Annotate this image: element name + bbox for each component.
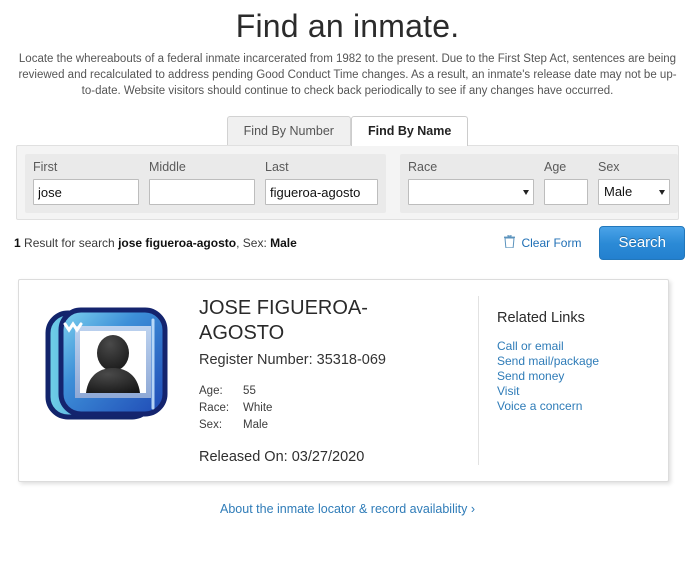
demographic-field-group: Race Age Sex Male (400, 154, 678, 213)
inmate-name: JOSE FIGUEROA-AGOSTO (199, 297, 368, 344)
results-summary-row: 1 Result for search jose figueroa-agosto… (0, 220, 695, 272)
photo-column (19, 296, 199, 465)
middle-name-label: Middle (149, 160, 186, 174)
photo-placeholder-icon (41, 304, 177, 445)
middle-name-input[interactable] (149, 179, 255, 205)
search-button[interactable]: Search (599, 226, 685, 260)
chevron-down-icon (523, 190, 529, 195)
inmate-detail-table: Age: 55 Race: White Sex: Male (199, 384, 272, 435)
page-intro-text: Locate the whereabouts of a federal inma… (18, 53, 677, 97)
about-inmate-locator-link[interactable]: About the inmate locator & record availa… (0, 502, 695, 516)
detail-value-sex: Male (243, 419, 268, 431)
chevron-down-icon (659, 190, 665, 195)
sex-label: Sex (598, 160, 620, 174)
name-field-group: First Middle Last (25, 154, 386, 213)
first-name-input[interactable] (33, 179, 139, 205)
page-title: Find an inmate. (235, 8, 460, 44)
last-name-field-wrap: Last (265, 160, 378, 205)
tab-find-by-name[interactable]: Find By Name (350, 116, 469, 146)
released-on-date: 03/27/2020 (291, 449, 365, 465)
sex-select-value: Male (604, 184, 633, 199)
sex-field-wrap: Sex Male (598, 160, 670, 205)
detail-value-race: White (243, 402, 273, 414)
inmate-result-card[interactable]: JOSE FIGUEROA-AGOSTO Register Number: 35… (18, 279, 669, 482)
related-links-column: Related Links Call or email Send mail/pa… (478, 296, 668, 465)
results-query: jose figueroa-agosto (118, 236, 237, 250)
age-label: Age (544, 160, 567, 174)
age-input[interactable] (544, 179, 588, 205)
middle-name-field-wrap: Middle (149, 160, 255, 205)
related-link-send-mail-package[interactable]: Send mail/package (497, 354, 668, 369)
register-number-line: Register Number: 35318-069 (199, 352, 468, 368)
detail-key-age: Age: (199, 385, 223, 397)
released-on-line: Released On: 03/27/2020 (199, 449, 468, 465)
sex-select[interactable]: Male (598, 179, 670, 205)
race-label: Race (408, 160, 438, 174)
tab-strip: Find By Number Find By Name (0, 115, 695, 146)
search-fields-row: First Middle Last Race Age (17, 146, 678, 219)
age-field-wrap: Age (544, 160, 588, 205)
detail-value-age: 55 (243, 385, 256, 397)
related-link-voice-a-concern[interactable]: Voice a concern (497, 399, 668, 414)
search-panel: First Middle Last Race Age (16, 145, 679, 220)
clear-form-label: Clear Form (521, 236, 582, 250)
detail-key-race: Race: (199, 402, 230, 414)
detail-key-sex: Sex: (199, 419, 223, 431)
results-text-before: Result for search (24, 236, 115, 250)
related-link-send-money[interactable]: Send money (497, 369, 668, 384)
results-count: 1 (14, 236, 21, 250)
tab-find-by-number[interactable]: Find By Number (226, 116, 351, 145)
first-name-field-wrap: First (33, 160, 139, 205)
results-summary-text: 1 Result for search jose figueroa-agosto… (14, 235, 504, 251)
register-number-value: 35318-069 (316, 352, 386, 368)
related-links-title: Related Links (497, 310, 585, 326)
table-row: Sex: Male (199, 418, 272, 435)
clear-form-button[interactable]: Clear Form (504, 234, 582, 251)
last-name-input[interactable] (265, 179, 378, 205)
results-filter-label: , Sex: (236, 236, 267, 250)
released-on-label: Released On: (199, 449, 288, 465)
first-name-label: First (33, 160, 58, 174)
last-name-label: Last (265, 160, 289, 174)
inmate-info-column: JOSE FIGUEROA-AGOSTO Register Number: 35… (199, 296, 478, 465)
race-field-wrap: Race (408, 160, 534, 205)
trash-icon (504, 234, 516, 251)
related-link-visit[interactable]: Visit (497, 384, 668, 399)
race-select[interactable] (408, 179, 534, 205)
register-number-label: Register Number: (199, 352, 313, 368)
table-row: Race: White (199, 401, 272, 418)
related-link-call-or-email[interactable]: Call or email (497, 339, 668, 354)
table-row: Age: 55 (199, 384, 272, 401)
results-filter-value: Male (270, 236, 297, 250)
